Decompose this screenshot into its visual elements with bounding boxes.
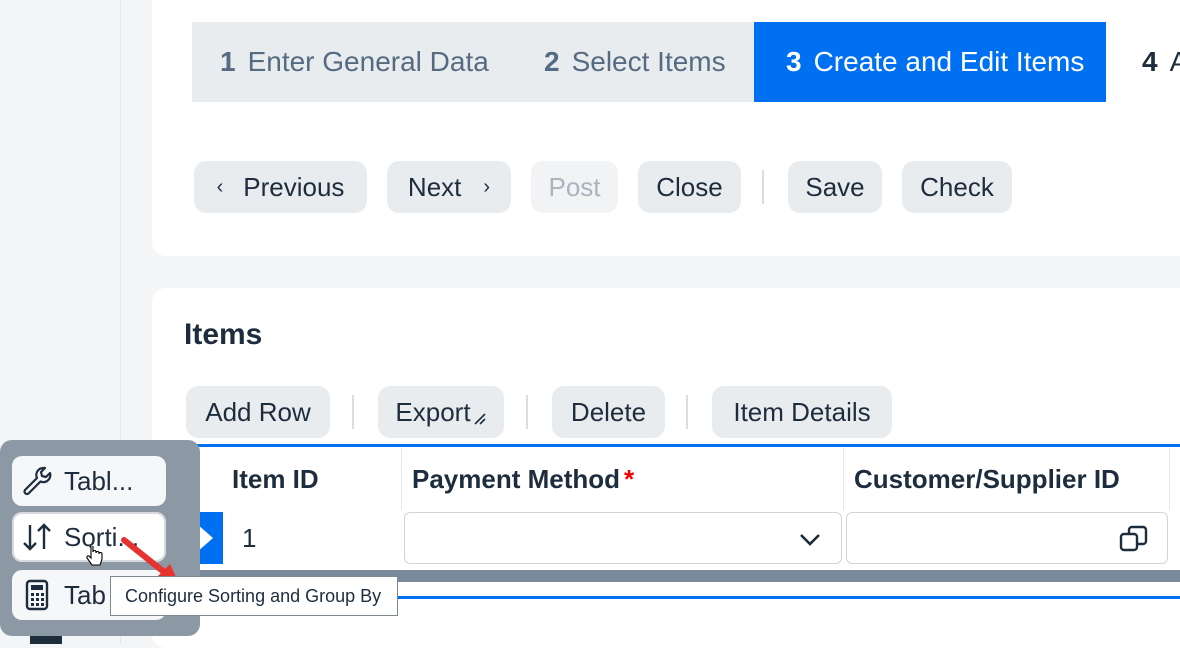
step-number: 3	[786, 46, 802, 77]
post-label: Post	[548, 171, 601, 202]
delete-label: Delete	[570, 396, 647, 427]
column-header-item-id[interactable]: Item ID	[224, 448, 402, 510]
step-4[interactable]: 4 A	[1106, 22, 1180, 102]
step-label: Enter General Data	[247, 46, 489, 77]
menu-item-table-settings[interactable]: Tabl...	[12, 456, 166, 506]
item-details-button[interactable]: Item Details	[712, 386, 892, 438]
step-label: A	[1169, 46, 1180, 77]
step-select-items[interactable]: 2 Select Items	[512, 22, 764, 102]
close-button[interactable]: Close	[638, 161, 741, 213]
save-button[interactable]: Save	[788, 161, 882, 213]
step-create-and-edit-items[interactable]: 3 Create and Edit Items	[754, 22, 1122, 102]
column-header-customer-supplier-id[interactable]: Customer/Supplier ID	[844, 448, 1170, 510]
step-label: Select Items	[571, 46, 726, 77]
close-label: Close	[656, 171, 723, 202]
column-header-label: Customer/Supplier ID	[854, 463, 1120, 494]
customer-supplier-id-input[interactable]	[846, 512, 1168, 564]
step-number: 4	[1142, 46, 1158, 77]
item-id-cell: 1	[224, 512, 400, 564]
step-number: 2	[544, 46, 560, 77]
items-title: Items	[184, 318, 263, 351]
previous-button[interactable]: ‹ Previous	[194, 161, 367, 213]
toolbar-separator	[686, 395, 688, 429]
chevron-right-icon: ›	[483, 175, 491, 198]
chevron-left-icon: ‹	[216, 175, 224, 198]
check-button[interactable]: Check	[902, 161, 1012, 213]
value-help-icon[interactable]	[1119, 524, 1149, 554]
payment-method-select[interactable]	[404, 512, 842, 564]
toolbar-separator	[352, 395, 354, 429]
delete-button[interactable]: Delete	[552, 386, 665, 438]
chevron-down-icon	[800, 534, 820, 546]
next-button[interactable]: Next ›	[387, 161, 511, 213]
menu-item-label: Tab	[64, 579, 106, 610]
column-header-label: Payment Method	[412, 463, 621, 494]
export-button[interactable]: Export	[378, 386, 504, 438]
add-row-label: Add Row	[205, 396, 311, 427]
item-id-value: 1	[242, 522, 257, 553]
previous-label: Previous	[243, 171, 345, 202]
sort-icon	[20, 520, 54, 554]
wrench-icon	[20, 464, 54, 498]
add-row-button[interactable]: Add Row	[186, 386, 330, 438]
table-border	[180, 444, 1180, 447]
next-label: Next	[407, 171, 462, 202]
step-label: Create and Edit Items	[813, 46, 1085, 77]
tooltip: Configure Sorting and Group By	[110, 576, 398, 616]
step-number: 1	[220, 46, 236, 77]
save-label: Save	[805, 171, 865, 202]
post-button[interactable]: Post	[531, 161, 618, 213]
toolbar-separator	[762, 170, 764, 204]
required-asterisk: *	[624, 463, 635, 494]
column-header-payment-method[interactable]: Payment Method *	[402, 448, 844, 510]
column-header-label: Item ID	[232, 463, 319, 494]
wizard-stepper: 1 Enter General Data 2 Select Items 3 Cr…	[192, 22, 1180, 102]
menu-item-label: Tabl...	[64, 465, 134, 496]
calculator-icon	[20, 578, 54, 612]
toolbar-separator	[526, 395, 528, 429]
export-label: Export	[395, 396, 471, 427]
item-details-label: Item Details	[733, 396, 871, 427]
check-label: Check	[920, 171, 994, 202]
step-enter-general-data[interactable]: 1 Enter General Data	[192, 22, 522, 102]
hand-cursor-icon	[86, 546, 103, 566]
resize-corner-icon	[474, 413, 486, 425]
